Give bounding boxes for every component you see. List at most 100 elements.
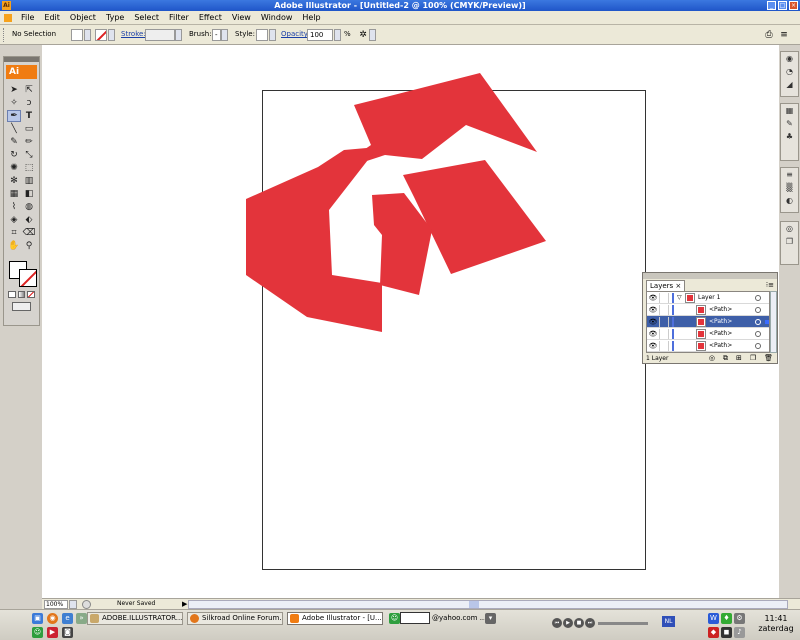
print-icon[interactable]: ⎙ [763,29,775,41]
zoom-tool-icon[interactable]: ⚲ [22,240,36,252]
visibility-icon[interactable]: 👁 [648,294,658,302]
stroke-swatch[interactable] [95,29,107,41]
recolor-dropdown[interactable] [369,29,376,41]
tray-icon-5[interactable]: ◼ [721,627,732,638]
path-row[interactable]: 👁 <Path> [647,328,769,340]
opacity-dropdown[interactable] [334,29,341,41]
path-row[interactable]: 👁 <Path> [647,304,769,316]
color-mode-icon[interactable] [8,291,16,298]
visibility-icon[interactable]: 👁 [648,342,658,350]
type-tool-icon[interactable]: T [22,110,36,122]
path-name[interactable]: <Path> [709,316,732,328]
brush-field[interactable]: - [212,29,221,41]
word-tray-icon[interactable]: W [708,613,719,624]
selection-square[interactable] [765,308,769,312]
artwork-path-left[interactable] [246,147,382,332]
status-menu-arrow-icon[interactable]: ▶ [182,599,187,609]
next-track-icon[interactable]: ⏭ [585,618,595,628]
style-dropdown[interactable] [269,29,276,41]
expand-triangle-icon[interactable]: ▽ [677,292,682,304]
fill-swatch[interactable] [71,29,83,41]
visibility-icon[interactable]: 👁 [648,330,658,338]
clock[interactable]: 11:41 zaterdag [755,614,797,634]
lock-toggle[interactable] [659,341,669,351]
selection-tool-icon[interactable]: ➤ [7,84,21,96]
lock-toggle[interactable] [659,329,669,339]
selection-square[interactable] [765,344,769,348]
previous-track-icon[interactable]: ⏮ [552,618,562,628]
layer-name[interactable]: Layer 1 [698,292,720,304]
stop-icon[interactable]: ■ [574,618,584,628]
crop-area-tool-icon[interactable]: ⌗ [7,227,21,239]
rotate-tool-icon[interactable]: ↻ [7,149,21,161]
eyedropper-tool-icon[interactable]: ⌇ [7,201,21,213]
desktop-icon[interactable]: ▣ [32,613,43,624]
brush-dropdown[interactable] [221,29,228,41]
zoom-field[interactable]: 100% [44,600,68,609]
minimize-button[interactable]: _ [767,1,776,10]
new-layer-icon[interactable]: ❐ [750,354,756,363]
stroke-panel-icon[interactable]: ≡ [781,168,798,181]
brushes-panel-icon[interactable]: ✎ [781,117,798,130]
swatches-panel-icon[interactable]: ▦ [781,104,798,117]
taskbar-button-folder[interactable]: ADOBE.ILLUSTRATOR... [87,612,183,625]
live-paint-selection-tool-icon[interactable]: ⬖ [22,214,36,226]
menu-file[interactable]: File [16,11,39,25]
menu-edit[interactable]: Edit [39,11,65,25]
version-cue-icon[interactable] [82,600,91,609]
mesh-tool-icon[interactable]: ▦ [7,188,21,200]
warp-tool-icon[interactable]: ✺ [7,162,21,174]
line-tool-icon[interactable]: ╲ [7,123,21,135]
control-panel-menu-icon[interactable]: ≡ [778,29,790,41]
layers-scrollbar[interactable] [770,291,777,353]
tools-panel-grip[interactable] [4,57,39,62]
target-icon[interactable] [755,331,761,337]
paintbrush-tool-icon[interactable]: ✎ [7,136,21,148]
target-icon[interactable] [755,307,761,313]
free-transform-tool-icon[interactable]: ⬚ [22,162,36,174]
messenger-options-icon[interactable]: ▾ [485,613,496,624]
menu-filter[interactable]: Filter [164,11,194,25]
taskbar-button-illustrator[interactable]: Adobe Illustrator - [U... [287,612,383,625]
quicklaunch-arrow-icon[interactable]: » [76,613,87,624]
appearance-panel-icon[interactable]: ◐ [781,194,798,207]
gradient-mode-icon[interactable] [17,291,26,298]
scale-tool-icon[interactable]: ⤡ [22,149,36,161]
selection-square[interactable] [765,296,769,300]
play-icon[interactable]: ▶ [563,618,573,628]
fill-dropdown[interactable] [84,29,91,41]
selection-square[interactable] [765,320,769,324]
lasso-tool-icon[interactable]: ↄ [22,97,36,109]
maximize-button[interactable]: □ [778,1,787,10]
stroke-dropdown[interactable] [108,29,115,41]
tab-layers[interactable]: Layers × [646,280,686,291]
layer-row[interactable]: 👁 ▽ Layer 1 [647,292,769,304]
style-swatch[interactable] [256,29,268,41]
stroke-label[interactable]: Stroke: [121,30,146,38]
taskbar-button-firefox[interactable]: Silkroad Online Forum... [187,612,283,625]
email-input[interactable] [400,612,430,624]
symbol-sprayer-tool-icon[interactable]: ✻ [7,175,21,187]
recolor-icon[interactable]: ✲ [357,29,369,41]
path-row[interactable]: 👁 <Path> [647,340,769,352]
direct-selection-tool-icon[interactable]: ⇱ [22,84,36,96]
menu-view[interactable]: View [227,11,256,25]
layers-panel-menu-icon[interactable]: ⁝≡ [766,281,774,289]
close-button[interactable]: × [789,1,798,10]
menu-help[interactable]: Help [297,11,325,25]
menu-select[interactable]: Select [129,11,164,25]
opacity-field[interactable]: 100 [307,29,333,41]
scrollbar-thumb[interactable] [469,601,479,608]
stroke-weight-dropdown[interactable] [175,29,182,41]
selection-square[interactable] [765,332,769,336]
color-panel-icon[interactable]: ◉ [781,52,798,65]
layers-panel-icon[interactable]: ❐ [781,235,798,248]
live-paint-tool-icon[interactable]: ◈ [7,214,21,226]
symbols-panel-icon[interactable]: ♣ [781,130,798,143]
delete-layer-icon[interactable]: 🗑 [764,354,773,363]
tray-icon-3[interactable]: ⚙ [734,613,745,624]
internet-explorer-icon[interactable]: e [62,613,73,624]
zoom-dropdown[interactable] [69,600,77,609]
menu-type[interactable]: Type [101,11,129,25]
blend-tool-icon[interactable]: ◍ [22,201,36,213]
